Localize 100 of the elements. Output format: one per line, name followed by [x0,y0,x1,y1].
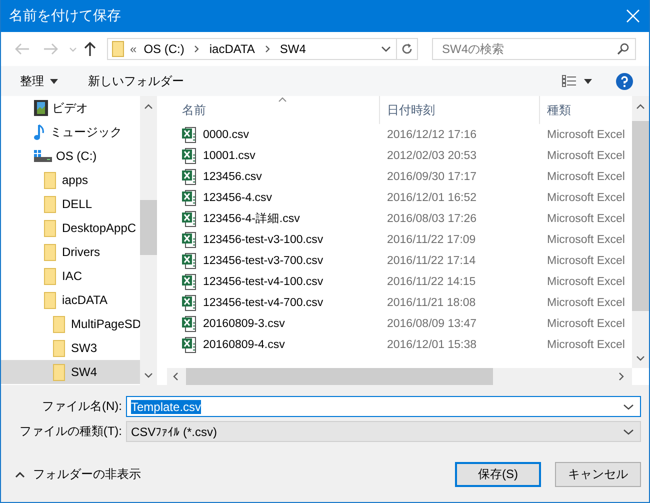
spreadsheet-icon [182,252,198,268]
folder-icon [44,220,56,236]
file-name[interactable]: 0000.csv [203,128,250,140]
scroll-left-icon[interactable] [173,372,178,381]
folder-icon [44,196,56,212]
file-name[interactable]: 123456-4.csv [203,192,272,204]
file-name[interactable]: 123456.csv [203,170,262,182]
organize-button[interactable]: 整理 [20,72,58,90]
date-cell-text: 2016/12/12 17:16 [386,128,478,140]
spreadsheet-icon [182,126,198,142]
chevron-down-icon [623,428,634,434]
spreadsheet-icon [182,210,198,226]
folder-tree-item[interactable]: apps [1,168,140,192]
date-cell-text: 2016/11/22 17:14 [386,254,477,266]
file-name-field[interactable]: Template.csv [126,396,641,417]
dialog-button[interactable]: キャンセル [555,462,641,487]
column-header[interactable]: 日付時刻 [380,96,540,124]
breadcrumb[interactable]: SW4 [280,42,306,56]
file-type-label: ファイルの種類(T): [18,423,123,440]
date-cell-text: 2016/09/30 17:17 [386,170,478,182]
spreadsheet-icon [182,168,198,184]
folder-tree-item[interactable]: Drivers [1,240,140,264]
folder-tree-item[interactable]: OS (C:) [1,144,140,168]
folder-tree-item[interactable]: SW4 [1,360,140,384]
scroll-down-icon[interactable] [144,373,153,378]
date-cell-text: 2016/12/01 15:38 [386,338,478,350]
music-note-icon [34,124,46,140]
spreadsheet-icon [182,148,198,164]
date-cell-text: 2016/11/22 14:15 [386,276,477,288]
file-name[interactable]: 20160809-4.csv [203,338,285,350]
file-name[interactable]: 123456-test-v3-700.csv [203,254,324,266]
date-cell-text: 2016/08/09 13:47 [386,318,478,330]
new-folder-button[interactable]: 新しいフォルダー [88,72,184,90]
overflow-chevrons[interactable]: « [130,42,137,56]
type-cell-text: Microsoft Excel [546,276,626,288]
sort-up-icon [278,97,287,102]
type-cell-text: Microsoft Excel [546,338,626,350]
file-type-dropdown[interactable]: CSVﾌｧｲﾙ (*.csv) [126,421,641,442]
spreadsheet-icon [182,190,198,206]
folder-tree-item[interactable]: ミュージック [1,120,140,144]
folder-icon [112,41,124,57]
scroll-right-icon[interactable] [619,372,624,381]
caret-icon[interactable] [584,78,592,84]
search-icon [617,43,629,55]
column-header[interactable]: 名前 [175,96,380,124]
chevron-right-icon[interactable] [194,45,200,53]
folder-tree-item[interactable]: iacDATA [1,288,140,312]
chevron-up-icon [15,472,25,478]
scrollbar-thumb[interactable] [186,368,493,385]
folder-icon [53,364,65,380]
folder-tree-item[interactable]: SW3 [1,336,140,360]
scroll-up-icon[interactable] [144,104,153,109]
folder-icon [44,244,56,260]
search-field[interactable]: SW4の検索 [432,38,636,60]
hide-folders-toggle[interactable]: フォルダーの非表示 [1,466,141,483]
up-arrow-icon[interactable] [83,41,97,57]
type-cell-text: Microsoft Excel [546,254,626,266]
chevron-right-icon[interactable] [264,45,270,53]
caret-icon [50,78,58,84]
column-header[interactable]: 種類 [540,96,632,124]
date-cell-text: 2016/11/21 18:08 [386,296,477,308]
spreadsheet-icon [182,316,198,332]
type-cell-text: Microsoft Excel [546,234,626,246]
date-cell-text: 2016/08/03 17:26 [386,212,478,224]
refresh-icon [401,43,413,55]
folder-icon [53,340,65,356]
spreadsheet-icon [182,274,198,290]
folder-tree-item[interactable]: DesktopAppC [1,216,140,240]
scrollbar-thumb[interactable] [632,121,649,311]
help-icon[interactable] [616,72,633,90]
file-name[interactable]: 123456-test-v3-100.csv [203,234,324,246]
scrollbar-thumb[interactable] [140,200,157,255]
chevron-down-icon[interactable] [623,404,634,410]
chevron-down-icon[interactable] [381,46,391,52]
file-name[interactable]: 123456-test-v4-700.csv [203,296,324,308]
file-name[interactable]: 123456-4-詳細.csv [203,211,300,226]
type-cell-text: Microsoft Excel [546,150,626,162]
breadcrumb[interactable]: iacDATA [209,42,255,56]
file-name[interactable]: 123456-test-v4-100.csv [203,276,324,288]
folder-tree-item[interactable]: DELL [1,192,140,216]
type-cell-text: Microsoft Excel [546,170,626,182]
film-icon [34,100,48,116]
type-cell-text: Microsoft Excel [546,212,626,224]
type-cell-text: Microsoft Excel [546,296,626,308]
view-list-icon[interactable] [562,75,576,87]
folder-tree-item[interactable]: ビデオ [1,96,140,120]
scroll-down-icon[interactable] [636,356,645,361]
dialog-button[interactable]: 保存(S) [455,462,541,487]
folder-icon [44,172,56,188]
spreadsheet-icon [182,336,198,352]
date-cell-text: 2012/02/03 20:53 [386,150,478,162]
file-name[interactable]: 20160809-3.csv [203,318,285,330]
folder-tree-item[interactable]: IAC [1,264,140,288]
folder-tree-item[interactable]: MultiPageSD [1,312,140,336]
scroll-up-icon[interactable] [636,104,645,109]
file-name[interactable]: 10001.csv [203,150,256,162]
breadcrumb[interactable]: OS (C:) [144,42,184,56]
type-cell-text: Microsoft Excel [546,318,626,330]
close-icon[interactable] [626,9,640,23]
address-bar[interactable]: « OS (C:) iacDATA SW4 [107,38,418,60]
